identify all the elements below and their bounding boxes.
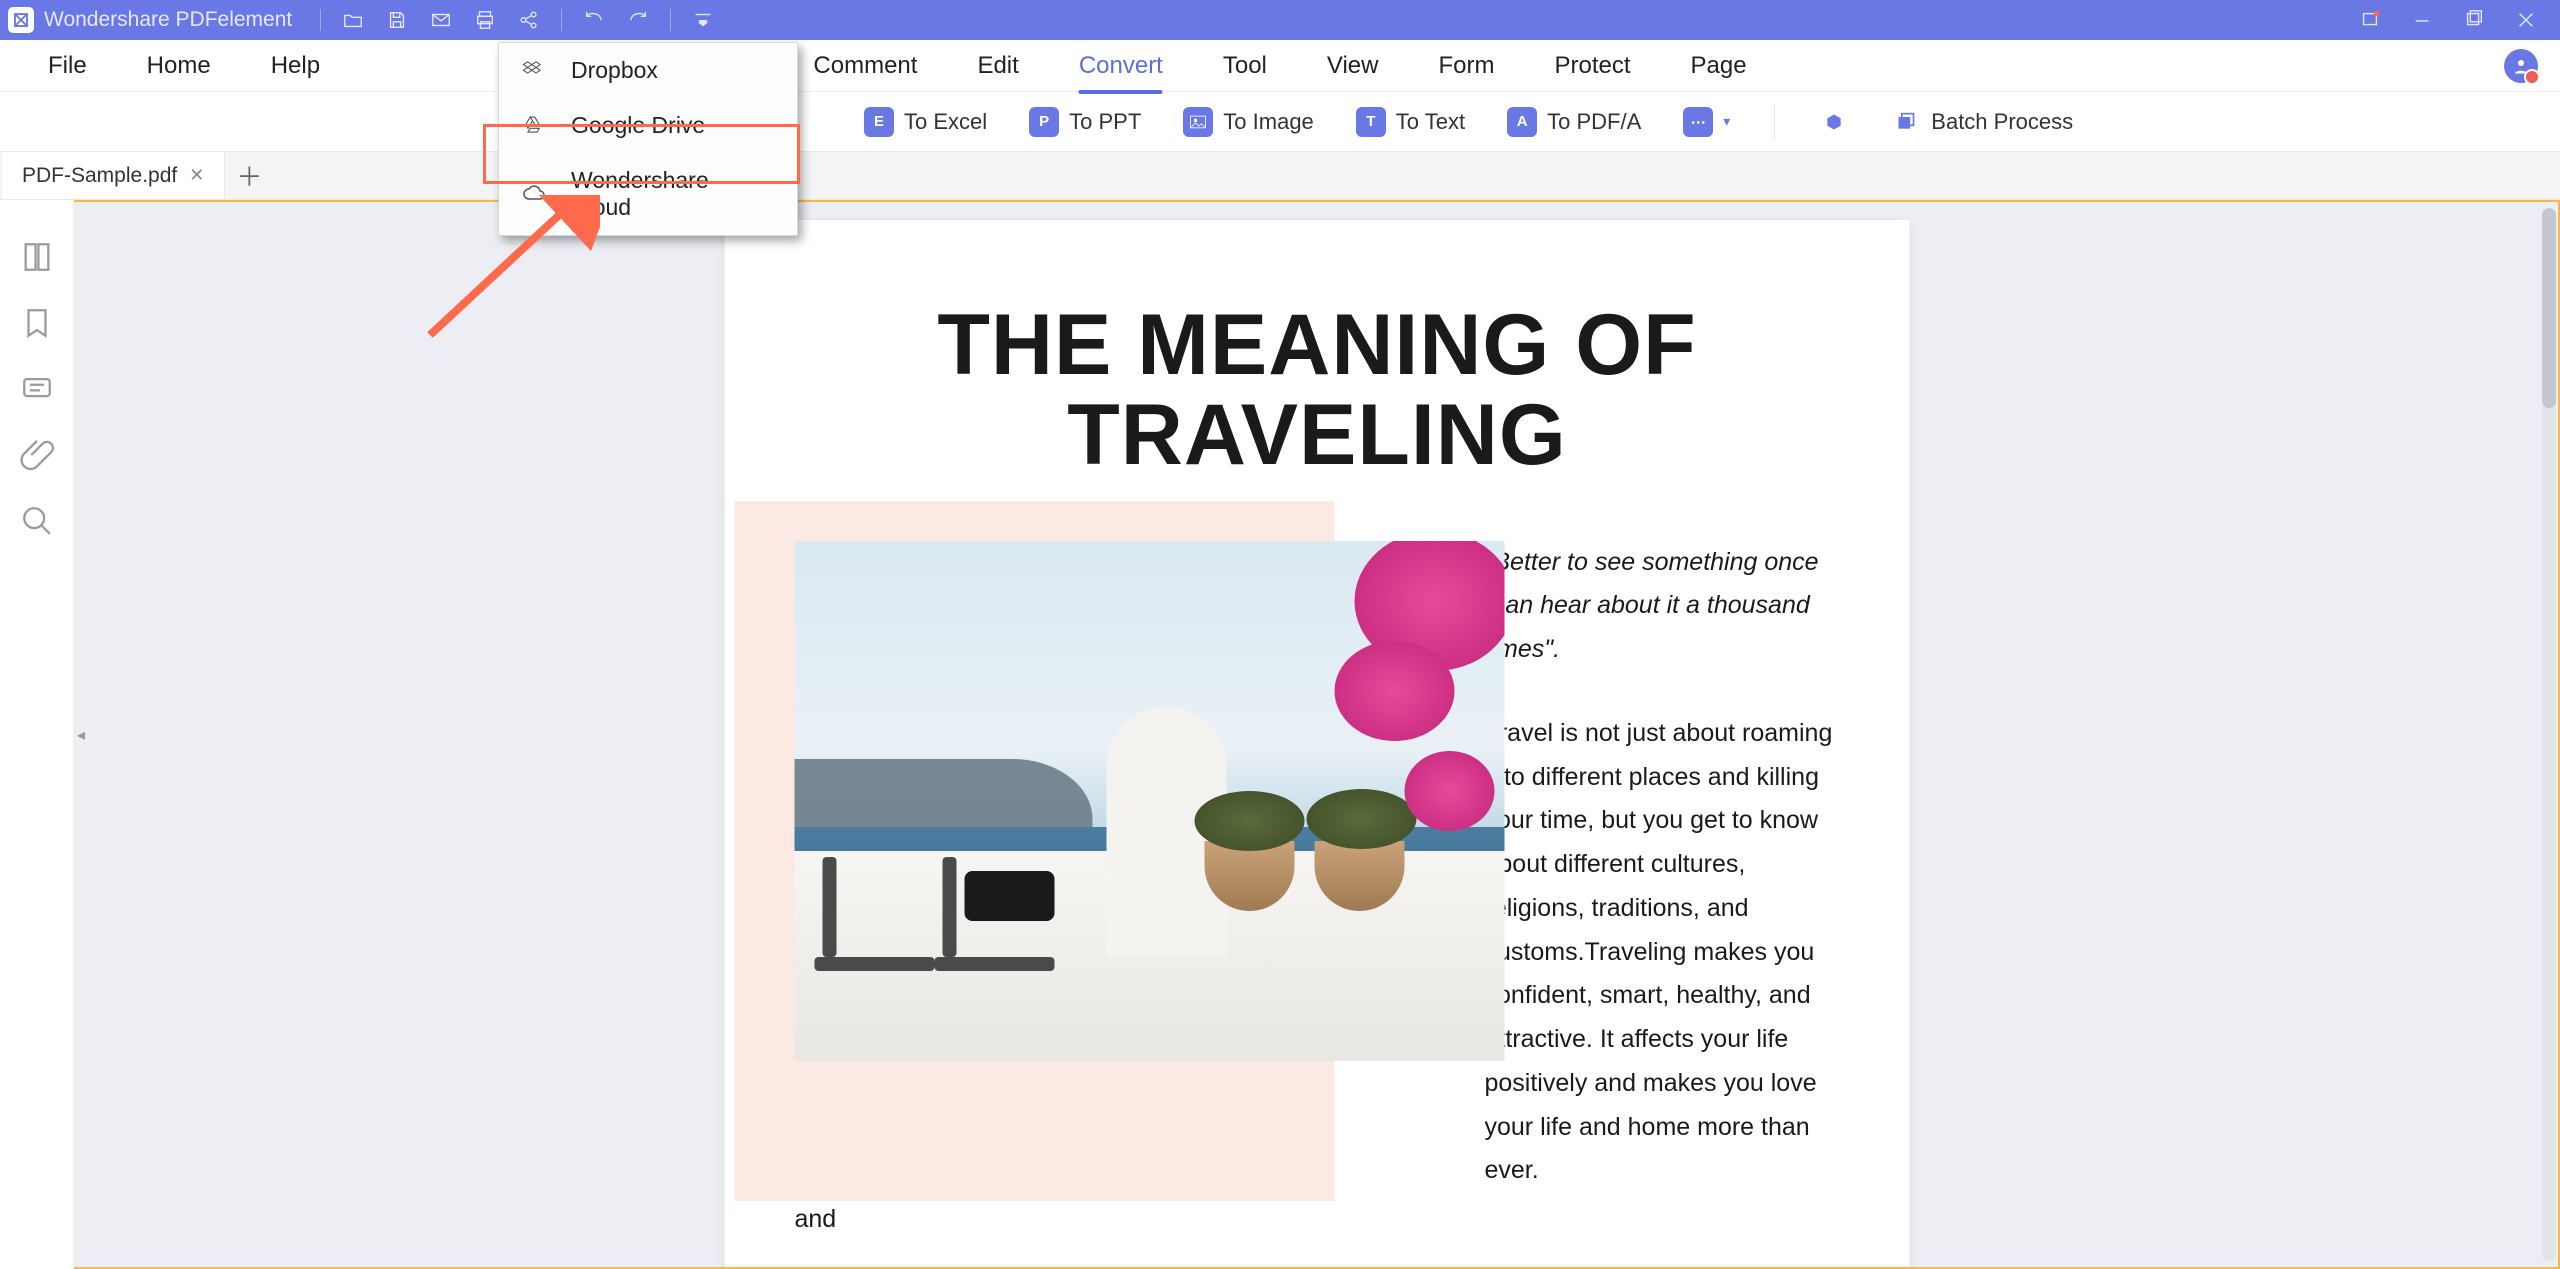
toolbar-divider: [1774, 105, 1775, 139]
cloud-menu-wondershare[interactable]: Wondershare Cloud: [499, 153, 797, 235]
titlebar-separator: [670, 9, 671, 31]
main-area: ◂ ▸ THE MEANING OF TRAVELING: [0, 200, 2560, 1269]
to-ppt-button[interactable]: P To PPT: [1011, 101, 1159, 143]
cloud-menu-label: Wondershare Cloud: [571, 167, 775, 221]
comments-icon[interactable]: [20, 372, 54, 406]
open-folder-icon[interactable]: [331, 0, 375, 40]
dropbox-icon: [521, 58, 547, 84]
tool-label: To PPT: [1069, 109, 1141, 135]
body-paragraph: Travel is not just about roaming into di…: [1485, 712, 1840, 1193]
right-column: "Better to see something once than hear …: [1485, 541, 1840, 1242]
pdf-page: THE MEANING OF TRAVELING: [725, 220, 1910, 1269]
tool-label: Batch Process: [1931, 109, 2073, 135]
tool-label: To Excel: [904, 109, 987, 135]
document-tab[interactable]: PDF-Sample.pdf ✕: [2, 152, 225, 199]
tab-form[interactable]: Form: [1408, 44, 1524, 88]
cloud-menu-label: Dropbox: [571, 57, 658, 84]
menu-help[interactable]: Help: [241, 42, 350, 90]
tab-comment[interactable]: Comment: [783, 44, 947, 88]
vertical-scrollbar[interactable]: [2542, 208, 2556, 1261]
document-title: THE MEANING OF TRAVELING: [795, 300, 1840, 481]
menu-file[interactable]: File: [18, 42, 117, 90]
share-icon[interactable]: [507, 0, 551, 40]
tab-view[interactable]: View: [1297, 44, 1409, 88]
to-image-button[interactable]: To Image: [1165, 101, 1332, 143]
tab-page[interactable]: Page: [1661, 44, 1777, 88]
titlebar: Wondershare PDFelement: [0, 0, 2560, 40]
cloud-icon: [521, 181, 547, 207]
document-canvas[interactable]: ◂ ▸ THE MEANING OF TRAVELING: [74, 200, 2560, 1269]
scrollbar-thumb[interactable]: [2542, 208, 2556, 408]
menubar: File Home Help Comment Edit Convert Tool…: [0, 40, 2560, 92]
to-text-button[interactable]: T To Text: [1338, 101, 1483, 143]
search-icon[interactable]: [20, 504, 54, 538]
batch-icon: [1891, 107, 1921, 137]
save-icon[interactable]: [375, 0, 419, 40]
app-name: Wondershare PDFelement: [44, 8, 292, 32]
close-icon[interactable]: [2500, 0, 2552, 40]
user-avatar[interactable]: [2504, 49, 2538, 83]
tab-convert[interactable]: Convert: [1049, 44, 1193, 88]
dropdown-icon[interactable]: [681, 0, 725, 40]
cloud-destination-menu: Dropbox Google Drive Wondershare Cloud: [498, 42, 798, 236]
pdfa-icon: A: [1507, 107, 1537, 137]
settings-button[interactable]: [1801, 101, 1867, 143]
tab-edit[interactable]: Edit: [947, 44, 1048, 88]
tool-label: To Text: [1396, 109, 1465, 135]
tool-label: To Image: [1223, 109, 1314, 135]
travel-photo: [795, 541, 1505, 1061]
titlebar-separator: [320, 9, 321, 31]
ppt-icon: P: [1029, 107, 1059, 137]
text-icon: T: [1356, 107, 1386, 137]
cloud-menu-label: Google Drive: [571, 112, 705, 139]
print-icon[interactable]: [463, 0, 507, 40]
cloud-menu-dropbox[interactable]: Dropbox: [499, 43, 797, 98]
more-icon: ⋯: [1683, 107, 1713, 137]
bookmark-icon[interactable]: [20, 306, 54, 340]
more-convert-button[interactable]: ⋯ ▾: [1665, 101, 1748, 143]
feedback-icon[interactable]: [2344, 0, 2396, 40]
app-logo: [8, 7, 34, 33]
tool-label: To PDF/A: [1547, 109, 1641, 135]
hexagon-icon: [1819, 107, 1849, 137]
excel-icon: E: [864, 107, 894, 137]
undo-icon[interactable]: [572, 0, 616, 40]
batch-process-button[interactable]: Batch Process: [1873, 101, 2091, 143]
cloud-menu-google-drive[interactable]: Google Drive: [499, 98, 797, 153]
minimize-icon[interactable]: [2396, 0, 2448, 40]
document-tab-label: PDF-Sample.pdf: [22, 164, 177, 188]
to-excel-button[interactable]: E To Excel: [846, 101, 1005, 143]
left-sidebar: [0, 200, 74, 1269]
add-tab-button[interactable]: ＋: [225, 152, 273, 199]
maximize-icon[interactable]: [2448, 0, 2500, 40]
tab-protect[interactable]: Protect: [1524, 44, 1660, 88]
collapse-left-icon[interactable]: ◂: [74, 705, 88, 765]
to-pdfa-button[interactable]: A To PDF/A: [1489, 101, 1659, 143]
image-icon: [1183, 107, 1213, 137]
attachments-icon[interactable]: [20, 438, 54, 472]
quote-text: "Better to see something once than hear …: [1485, 541, 1840, 672]
menu-home[interactable]: Home: [117, 42, 241, 90]
google-drive-icon: [521, 113, 547, 139]
thumbnails-icon[interactable]: [20, 240, 54, 274]
image-block: According to different studies, travelin…: [795, 541, 1435, 1242]
document-tabstrip: PDF-Sample.pdf ✕ ＋: [0, 152, 2560, 200]
tab-tool[interactable]: Tool: [1193, 44, 1297, 88]
convert-toolbar: E To Excel P To PPT To Image T To Text A…: [0, 92, 2560, 152]
mail-icon[interactable]: [419, 0, 463, 40]
close-tab-icon[interactable]: ✕: [189, 165, 204, 186]
redo-icon[interactable]: [616, 0, 660, 40]
chevron-down-icon: ▾: [1723, 113, 1730, 130]
titlebar-separator: [561, 9, 562, 31]
